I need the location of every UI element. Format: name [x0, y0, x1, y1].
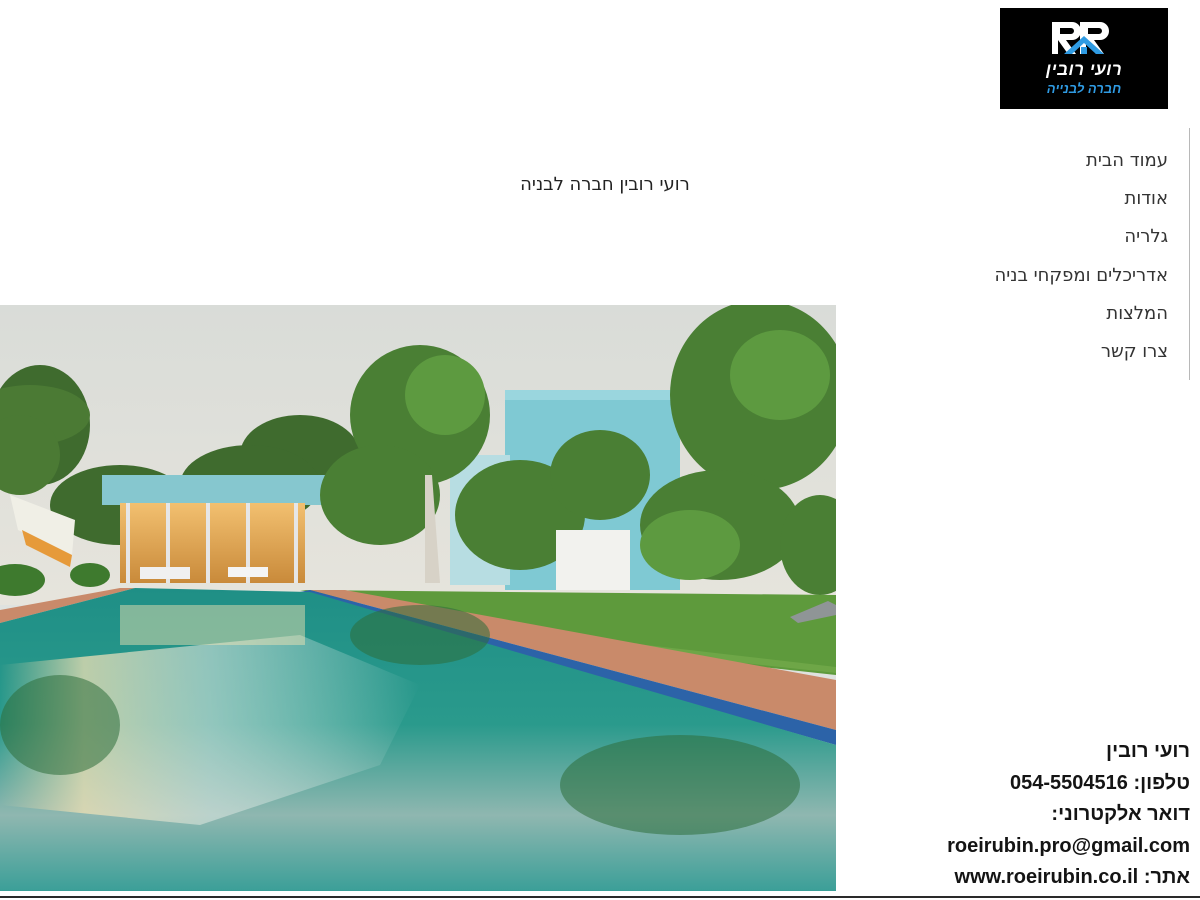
phone-link[interactable]: 054-5504516 — [1010, 772, 1128, 794]
page-title: רועי רובין חברה לבניה — [520, 174, 690, 195]
site-logo[interactable]: רועי רובין חברה לבנייה — [1000, 8, 1168, 109]
contact-email-label: דואר אלקטרוני: — [1051, 803, 1190, 825]
site-link[interactable]: www.roeirubin.co.il — [955, 866, 1139, 888]
nav-item-contact[interactable]: צרו קשר — [868, 337, 1168, 375]
nav-divider — [1189, 128, 1190, 380]
nav-item-architects[interactable]: אדריכלים ומפקחי בניה — [868, 261, 1168, 299]
villa-pool-illustration — [0, 305, 836, 891]
nav-item-about[interactable]: אודות — [868, 184, 1169, 222]
phone-label: טלפון: — [1133, 771, 1190, 794]
main-nav: עמוד הבית אודות גלריה אדריכלים ומפקחי בנ… — [868, 146, 1168, 375]
email-link[interactable]: roeirubin.pro@gmail.com — [947, 835, 1190, 857]
logo-name: רועי רובין — [1045, 60, 1123, 79]
hero-image — [0, 305, 836, 891]
contact-info: רועי רובין טלפון: 054-5504516 דואר אלקטר… — [830, 736, 1190, 894]
contact-name: רועי רובין — [1106, 740, 1190, 762]
nav-item-gallery[interactable]: גלריה — [868, 222, 1168, 260]
nav-item-home[interactable]: עמוד הבית — [868, 146, 1168, 184]
logo-mark-icon — [1052, 22, 1109, 54]
contact-email-row: roeirubin.pro@gmail.com — [830, 831, 1190, 863]
nav-item-testimonials[interactable]: המלצות — [868, 299, 1168, 337]
logo-tagline: חברה לבנייה — [1046, 81, 1122, 96]
site-label: אתר: — [1143, 866, 1190, 888]
footer-divider — [0, 896, 1200, 898]
contact-phone-row: טלפון: 054-5504516 — [830, 768, 1190, 800]
page: רועי רובין חברה לבנייה עמוד הבית אודות ג… — [0, 0, 1200, 900]
contact-site-row: אתר: www.roeirubin.co.il — [830, 862, 1190, 894]
